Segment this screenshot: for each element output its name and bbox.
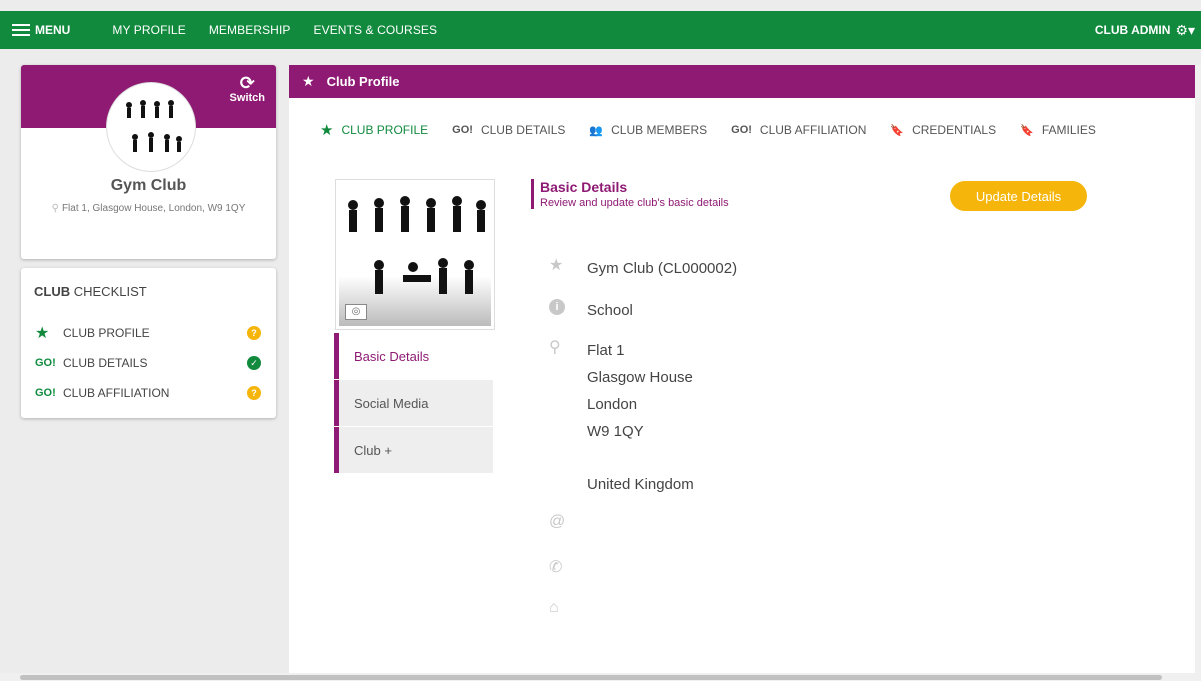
bookmark-icon: 🔖 [890, 124, 905, 137]
star-icon: ★ [320, 122, 334, 139]
detail-address: ⚲ Flat 1 Glasgow House London W9 1QY Uni… [549, 337, 694, 498]
bookmark-icon: 🔖 [1020, 124, 1034, 137]
update-details-button[interactable]: Update Details [950, 181, 1087, 211]
tab-label: CLUB AFFILIATION [759, 123, 867, 137]
tab-credentials[interactable]: 🔖 CREDENTIALS [890, 123, 996, 137]
checklist-item-label: CLUB DETAILS [63, 356, 148, 370]
checklist-title-rest: CHECKLIST [73, 284, 147, 299]
profile-tabs: ★ CLUB PROFILE GO! CLUB DETAILS 👥 CLUB M… [320, 121, 1120, 139]
section-subtitle: Review and update club's basic details [540, 197, 729, 209]
club-checklist-card: CLUB CHECKLIST ★ CLUB PROFILE ? GO! CLUB… [21, 268, 276, 418]
tab-club-affiliation[interactable]: GO! CLUB AFFILIATION [731, 123, 866, 137]
address-line [587, 445, 694, 471]
club-address-text: Flat 1, Glasgow House, London, W9 1QY [61, 203, 246, 214]
phone-icon: ✆ [549, 559, 563, 576]
club-admin-menu[interactable]: CLUB ADMIN ⚙▾ [1095, 22, 1195, 39]
checklist-item-label: CLUB AFFILIATION [63, 386, 170, 400]
checklist-item-label: CLUB PROFILE [63, 326, 150, 340]
main-panel: ★ Club Profile ★ CLUB PROFILE GO! CLUB D… [289, 65, 1201, 681]
tab-club-profile[interactable]: ★ CLUB PROFILE [320, 121, 428, 139]
camera-icon[interactable]: ◎ [345, 304, 367, 320]
main-header: ★ Club Profile [289, 65, 1201, 98]
detail-email: @ [549, 513, 587, 531]
info-icon-wrap: i [549, 297, 587, 324]
detail-side-tabs: Basic Details Social Media Club + [334, 333, 493, 474]
nav-my-profile[interactable]: MY PROFILE [112, 23, 185, 37]
switch-label: Switch [229, 92, 265, 104]
club-type: School [587, 302, 633, 319]
checklist-title-bold: CLUB [34, 284, 71, 299]
tab-label: CLUB PROFILE [341, 123, 429, 137]
address-line: London [587, 396, 638, 413]
go-icon: GO! [731, 124, 752, 136]
star-icon: ★ [302, 73, 315, 89]
side-tab-basic-details[interactable]: Basic Details [334, 333, 493, 379]
check-icon: ✓ [247, 356, 261, 370]
tab-club-details[interactable]: GO! CLUB DETAILS [452, 123, 565, 137]
star-icon: ★ [35, 325, 50, 342]
go-icon: GO! [35, 357, 56, 369]
home-icon: ⌂ [549, 599, 559, 616]
club-image[interactable]: ◎ [335, 179, 495, 330]
nav-membership[interactable]: MEMBERSHIP [209, 23, 291, 37]
side-tab-club-plus[interactable]: Club + [334, 427, 493, 473]
top-nav-bar: MENU MY PROFILE MEMBERSHIP EVENTS & COUR… [0, 11, 1201, 49]
gear-icon: ⚙▾ [1175, 21, 1195, 38]
go-icon: GO! [452, 124, 473, 136]
map-pin-icon: ⚲ [51, 203, 59, 214]
question-icon: ? [247, 386, 261, 400]
scrollbar-thumb[interactable] [20, 675, 1162, 680]
address-line: Flat 1 [587, 342, 625, 359]
tab-club-members[interactable]: 👥 CLUB MEMBERS [589, 123, 707, 137]
club-avatar [107, 83, 195, 171]
tab-label: CLUB MEMBERS [611, 123, 708, 137]
detail-club-name: ★ Gym Club (CL000002) [549, 255, 737, 282]
address-line: United Kingdom [587, 476, 694, 493]
club-address: ⚲ Flat 1, Glasgow House, London, W9 1QY [21, 203, 276, 214]
horizontal-scrollbar[interactable] [0, 673, 1201, 681]
vertical-scrollbar[interactable] [1195, 65, 1201, 673]
question-icon: ? [247, 326, 261, 340]
club-image-frame: ◎ [339, 183, 491, 326]
map-pin-icon: ⚲ [549, 339, 561, 356]
address-line: W9 1QY [587, 423, 644, 440]
go-icon: GO! [35, 387, 56, 399]
section-header: Basic Details Review and update club's b… [531, 179, 729, 209]
detail-club-type: i School [549, 297, 633, 324]
club-name: Gym Club [110, 177, 187, 194]
detail-website: ⌂ [549, 599, 587, 617]
checklist-item-club-profile[interactable]: ★ CLUB PROFILE ? [35, 324, 261, 342]
nav-events-courses[interactable]: EVENTS & COURSES [314, 23, 438, 37]
tab-label: FAMILIES [1041, 123, 1096, 137]
hamburger-icon [12, 24, 30, 36]
tab-label: CLUB DETAILS [480, 123, 566, 137]
address-line: Glasgow House [587, 369, 693, 386]
checklist-title: CLUB CHECKLIST [34, 284, 147, 299]
club-profile-card: ⟳ Switch Gym Club ⚲ Flat 1, Glasgow House… [21, 65, 276, 259]
menu-button[interactable]: MENU [12, 23, 70, 37]
sports-silhouettes-image [126, 100, 182, 152]
users-icon: 👥 [589, 124, 604, 137]
checklist-item-club-details[interactable]: GO! CLUB DETAILS ✓ [35, 354, 261, 372]
checklist-item-club-affiliation[interactable]: GO! CLUB AFFILIATION ? [35, 384, 261, 402]
switch-button[interactable]: ⟳ Switch [230, 74, 265, 104]
side-tab-social-media[interactable]: Social Media [334, 380, 493, 426]
club-name-id: Gym Club (CL000002) [587, 260, 738, 277]
section-title: Basic Details [540, 179, 628, 195]
refresh-icon: ⟳ [239, 73, 255, 93]
tab-families[interactable]: 🔖 FAMILIES [1020, 123, 1096, 137]
at-icon: @ [549, 513, 566, 530]
menu-label: MENU [35, 23, 71, 37]
star-icon: ★ [549, 257, 564, 274]
tab-label: CREDENTIALS [912, 123, 997, 137]
info-icon: i [549, 299, 565, 315]
main-header-title: Club Profile [326, 74, 400, 89]
detail-phone: ✆ [549, 557, 587, 577]
club-admin-label: CLUB ADMIN [1094, 23, 1171, 37]
